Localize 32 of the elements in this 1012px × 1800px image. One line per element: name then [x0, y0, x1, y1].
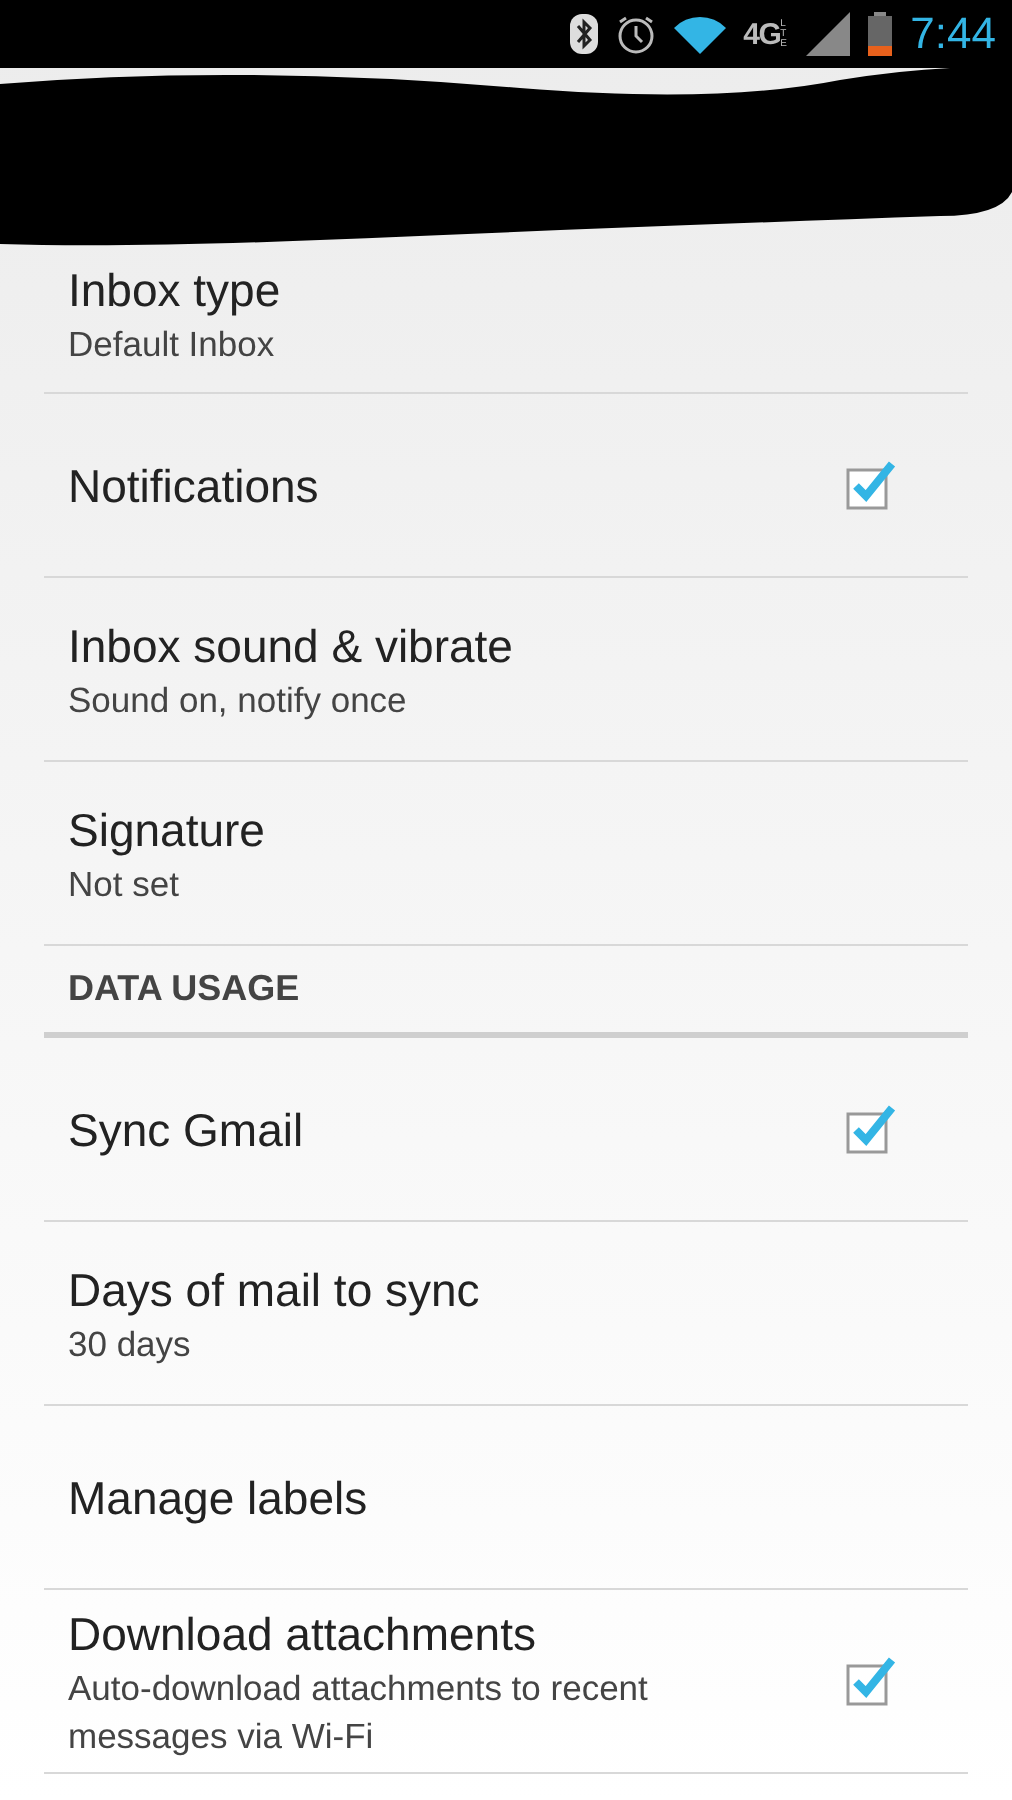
setting-title: Inbox sound & vibrate: [68, 617, 515, 675]
bluetooth-icon: [569, 14, 598, 54]
setting-title: Manage labels: [68, 1469, 370, 1527]
wifi-icon: [673, 14, 726, 54]
settings-row[interactable]: Sync Gmail: [44, 1038, 968, 1222]
setting-title: Days of mail to sync: [68, 1261, 482, 1319]
settings-row[interactable]: Inbox sound & vibrate Sound on, notify once: [44, 578, 968, 762]
setting-summary: 30 days: [68, 1321, 193, 1367]
settings-row[interactable]: Download attachments Auto-download attachments to recent messages via Wi-Fi: [44, 1590, 968, 1774]
settings-row[interactable]: Inbox type Default Inbox: [44, 248, 968, 394]
checked-checkbox[interactable]: [844, 1655, 896, 1707]
setting-title: Notifications: [68, 457, 321, 515]
setting-summary: Sound on, notify once: [68, 677, 409, 723]
signal-icon: [806, 12, 851, 56]
setting-title: Sync Gmail: [68, 1101, 306, 1159]
setting-summary: Not set: [68, 861, 181, 907]
checked-checkbox[interactable]: [844, 1103, 896, 1155]
settings-row[interactable]: Notifications: [44, 394, 968, 578]
setting-summary: Default Inbox: [68, 322, 277, 368]
setting-title: Signature: [68, 801, 267, 859]
setting-title: Inbox type: [68, 262, 283, 320]
setting-summary: Auto-download attachments to recent messages via Wi-Fi: [68, 1665, 650, 1759]
settings-row[interactable]: Signature Not set: [44, 762, 968, 946]
clock-time: 7:44: [910, 12, 996, 56]
section-header: DATA USAGE: [68, 966, 300, 1012]
alarm-clock-icon: [615, 14, 656, 54]
battery-icon: [868, 12, 893, 56]
network-type-label: 4G: [743, 19, 781, 49]
settings-row[interactable]: Manage labels: [44, 1406, 968, 1590]
settings-row[interactable]: Days of mail to sync 30 days: [44, 1222, 968, 1406]
setting-title: Download attachments: [68, 1605, 538, 1663]
checked-checkbox[interactable]: [844, 459, 896, 511]
